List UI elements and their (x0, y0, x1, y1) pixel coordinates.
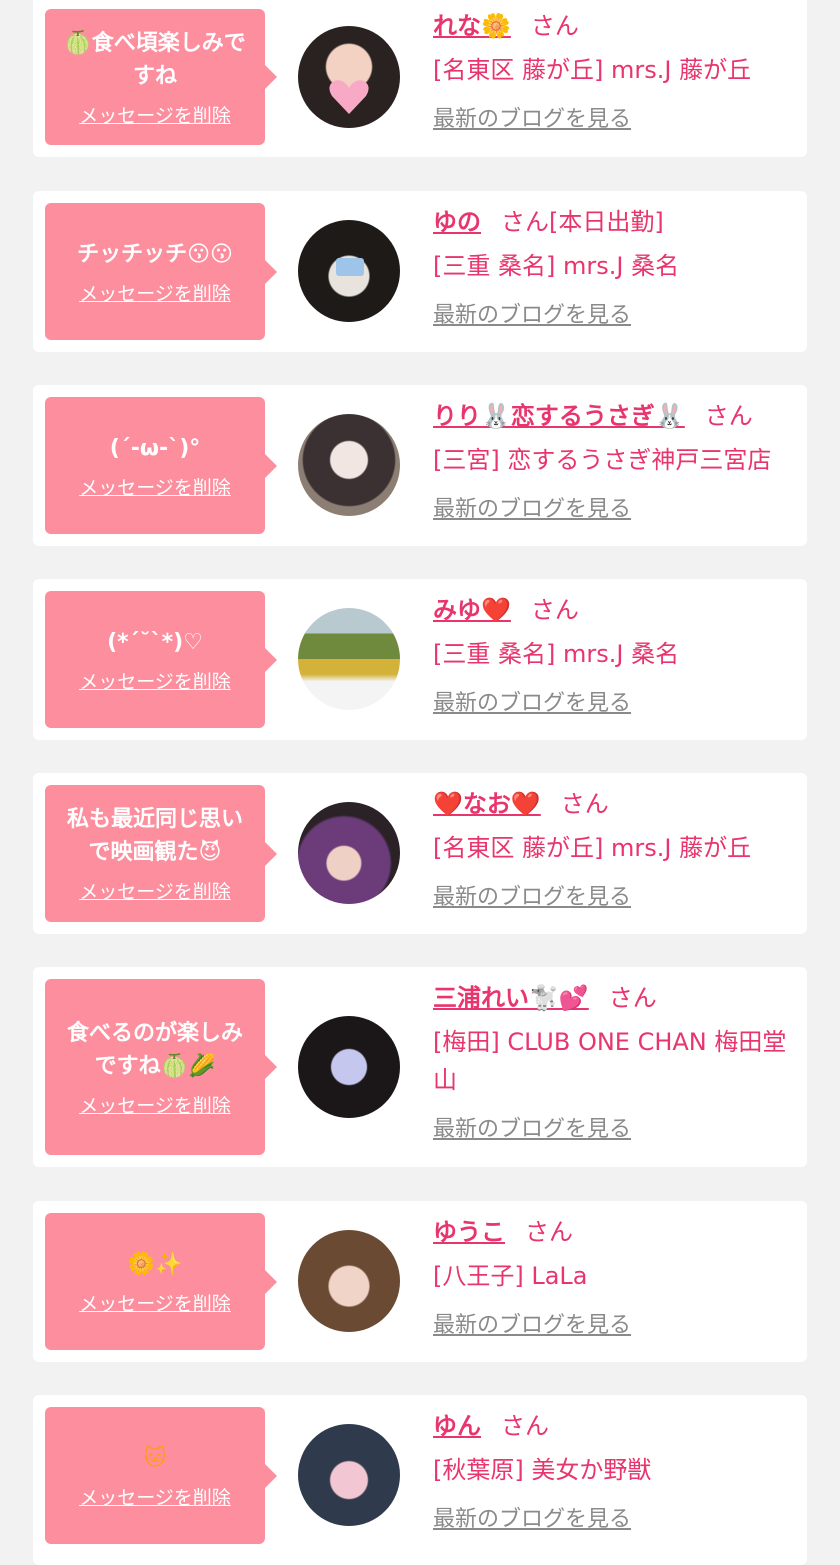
shop-name: [名東区 藤が丘] mrs.J 藤が丘 (433, 834, 752, 862)
message-card: (´-ω-`)° メッセージを削除 りり🐰恋するうさぎ🐰 さん [三宮] 恋するう… (33, 385, 807, 546)
delete-message-link[interactable]: メッセージを削除 (79, 473, 231, 500)
latest-blog-link[interactable]: 最新のブログを見る (433, 1501, 631, 1533)
girl-name-link[interactable]: ゆの (433, 208, 481, 236)
honorific: さん (501, 1412, 549, 1440)
avatar[interactable] (298, 414, 400, 516)
card-sticker-icon (336, 258, 364, 276)
message-bubble: 私も最近同じ思いで映画観た😈 メッセージを削除 (45, 785, 277, 922)
shop-name: [三宮] 恋するうさぎ神戸三宮店 (433, 446, 772, 474)
honorific: さん (530, 12, 579, 40)
profile-info: りり🐰恋するうさぎ🐰 さん [三宮] 恋するうさぎ神戸三宮店 最新のブログを見る (433, 397, 793, 523)
message-text: チッチッチ😗😗 (77, 241, 233, 267)
shop-name: [三重 桑名] mrs.J 桑名 (433, 640, 680, 668)
girl-name-link[interactable]: ゆうこ (433, 1218, 505, 1246)
girl-name-link[interactable]: れな🌼 (433, 12, 511, 40)
latest-blog-link[interactable]: 最新のブログを見る (433, 1111, 631, 1143)
status-suffix: [本日出勤] (549, 208, 664, 236)
profile-info: ❤️なお❤️ さん [名東区 藤が丘] mrs.J 藤が丘 最新のブログを見る (433, 785, 793, 911)
delete-message-link[interactable]: メッセージを削除 (79, 1483, 231, 1510)
delete-message-link[interactable]: メッセージを削除 (79, 279, 231, 306)
message-bubble: 🐱 メッセージを削除 (45, 1407, 277, 1544)
latest-blog-link[interactable]: 最新のブログを見る (433, 685, 631, 717)
avatar[interactable] (298, 802, 400, 904)
message-text: (´-ω-`)° (109, 435, 201, 461)
girl-name-link[interactable]: ゆん (433, 1412, 481, 1440)
message-text: 食べるのが楽しみですね🍈🌽 (66, 1020, 243, 1079)
avatar[interactable] (298, 1424, 400, 1526)
message-card: 🐱 メッセージを削除 ゆん さん [秋葉原] 美女か野獣 最新のブログを見る (33, 1395, 807, 1565)
message-card: 食べるのが楽しみですね🍈🌽 メッセージを削除 三浦れい🐩💕 さん [梅田] CLU… (33, 967, 807, 1167)
honorific: さん (608, 984, 657, 1012)
delete-message-link[interactable]: メッセージを削除 (79, 1289, 231, 1316)
girl-name-link[interactable]: ❤️なお❤️ (433, 790, 541, 818)
delete-message-link[interactable]: メッセージを削除 (79, 667, 231, 694)
honorific: さん (530, 596, 579, 624)
girl-name-link[interactable]: 三浦れい🐩💕 (433, 984, 589, 1012)
girl-name-link[interactable]: りり🐰恋するうさぎ🐰 (433, 402, 685, 430)
message-card: 🍈食べ頃楽しみですね メッセージを削除 れな🌼 さん [名東区 藤が丘] mrs.… (33, 0, 807, 157)
message-bubble: 食べるのが楽しみですね🍈🌽 メッセージを削除 (45, 979, 277, 1155)
delete-message-link[interactable]: メッセージを削除 (79, 877, 231, 904)
latest-blog-link[interactable]: 最新のブログを見る (433, 1307, 631, 1339)
latest-blog-link[interactable]: 最新のブログを見る (433, 491, 631, 523)
latest-blog-link[interactable]: 最新のブログを見る (433, 879, 631, 911)
honorific: さん (501, 208, 549, 236)
message-bubble: (*´˘`*)♡ メッセージを削除 (45, 591, 277, 728)
shop-name: [名東区 藤が丘] mrs.J 藤が丘 (433, 56, 752, 84)
latest-blog-link[interactable]: 最新のブログを見る (433, 101, 631, 133)
message-text: 🌼✨ (127, 1251, 183, 1277)
profile-info: ゆうこ さん [八王子] LaLa 最新のブログを見る (433, 1213, 793, 1339)
honorific: さん (704, 402, 753, 430)
profile-info: みゆ❤️ さん [三重 桑名] mrs.J 桑名 最新のブログを見る (433, 591, 793, 717)
message-text: (*´˘`*)♡ (107, 629, 203, 655)
avatar[interactable] (298, 220, 400, 322)
message-card: チッチッチ😗😗 メッセージを削除 ゆの さん[本日出勤] [三重 桑名] mrs.… (33, 191, 807, 352)
message-text: 🍈食べ頃楽しみですね (64, 30, 246, 89)
girl-name-link[interactable]: みゆ❤️ (433, 596, 511, 624)
delete-message-link[interactable]: メッセージを削除 (79, 101, 231, 128)
shop-name: [八王子] LaLa (433, 1262, 588, 1290)
honorific: さん (560, 790, 609, 818)
delete-message-link[interactable]: メッセージを削除 (79, 1091, 231, 1118)
message-text: 私も最近同じ思いで映画観た😈 (66, 807, 243, 865)
message-bubble: (´-ω-`)° メッセージを削除 (45, 397, 277, 534)
profile-info: ゆの さん[本日出勤] [三重 桑名] mrs.J 桑名 最新のブログを見る (433, 203, 793, 329)
message-card: 私も最近同じ思いで映画観た😈 メッセージを削除 ❤️なお❤️ さん [名東区 藤が… (33, 773, 807, 934)
message-bubble: 🌼✨ メッセージを削除 (45, 1213, 277, 1350)
avatar[interactable] (298, 608, 400, 710)
profile-info: 三浦れい🐩💕 さん [梅田] CLUB ONE CHAN 梅田堂山 最新のブログを… (433, 979, 793, 1143)
avatar[interactable] (298, 1016, 400, 1118)
profile-info: れな🌼 さん [名東区 藤が丘] mrs.J 藤が丘 最新のブログを見る (433, 7, 793, 133)
shop-name: [三重 桑名] mrs.J 桑名 (433, 252, 680, 280)
message-text: 🐱 (143, 1445, 167, 1471)
message-bubble: チッチッチ😗😗 メッセージを削除 (45, 203, 277, 340)
profile-info: ゆん さん [秋葉原] 美女か野獣 最新のブログを見る (433, 1407, 793, 1533)
avatar[interactable] (298, 1230, 400, 1332)
heart-sticker-icon (329, 80, 369, 114)
avatar[interactable] (298, 26, 400, 128)
message-bubble: 🍈食べ頃楽しみですね メッセージを削除 (45, 9, 277, 145)
shop-name: [秋葉原] 美女か野獣 (433, 1456, 652, 1484)
honorific: さん (525, 1218, 573, 1246)
latest-blog-link[interactable]: 最新のブログを見る (433, 297, 631, 329)
message-card: (*´˘`*)♡ メッセージを削除 みゆ❤️ さん [三重 桑名] mrs.J 桑… (33, 579, 807, 740)
message-card: 🌼✨ メッセージを削除 ゆうこ さん [八王子] LaLa 最新のブログを見る (33, 1201, 807, 1362)
shop-name: [梅田] CLUB ONE CHAN 梅田堂山 (433, 1028, 787, 1094)
